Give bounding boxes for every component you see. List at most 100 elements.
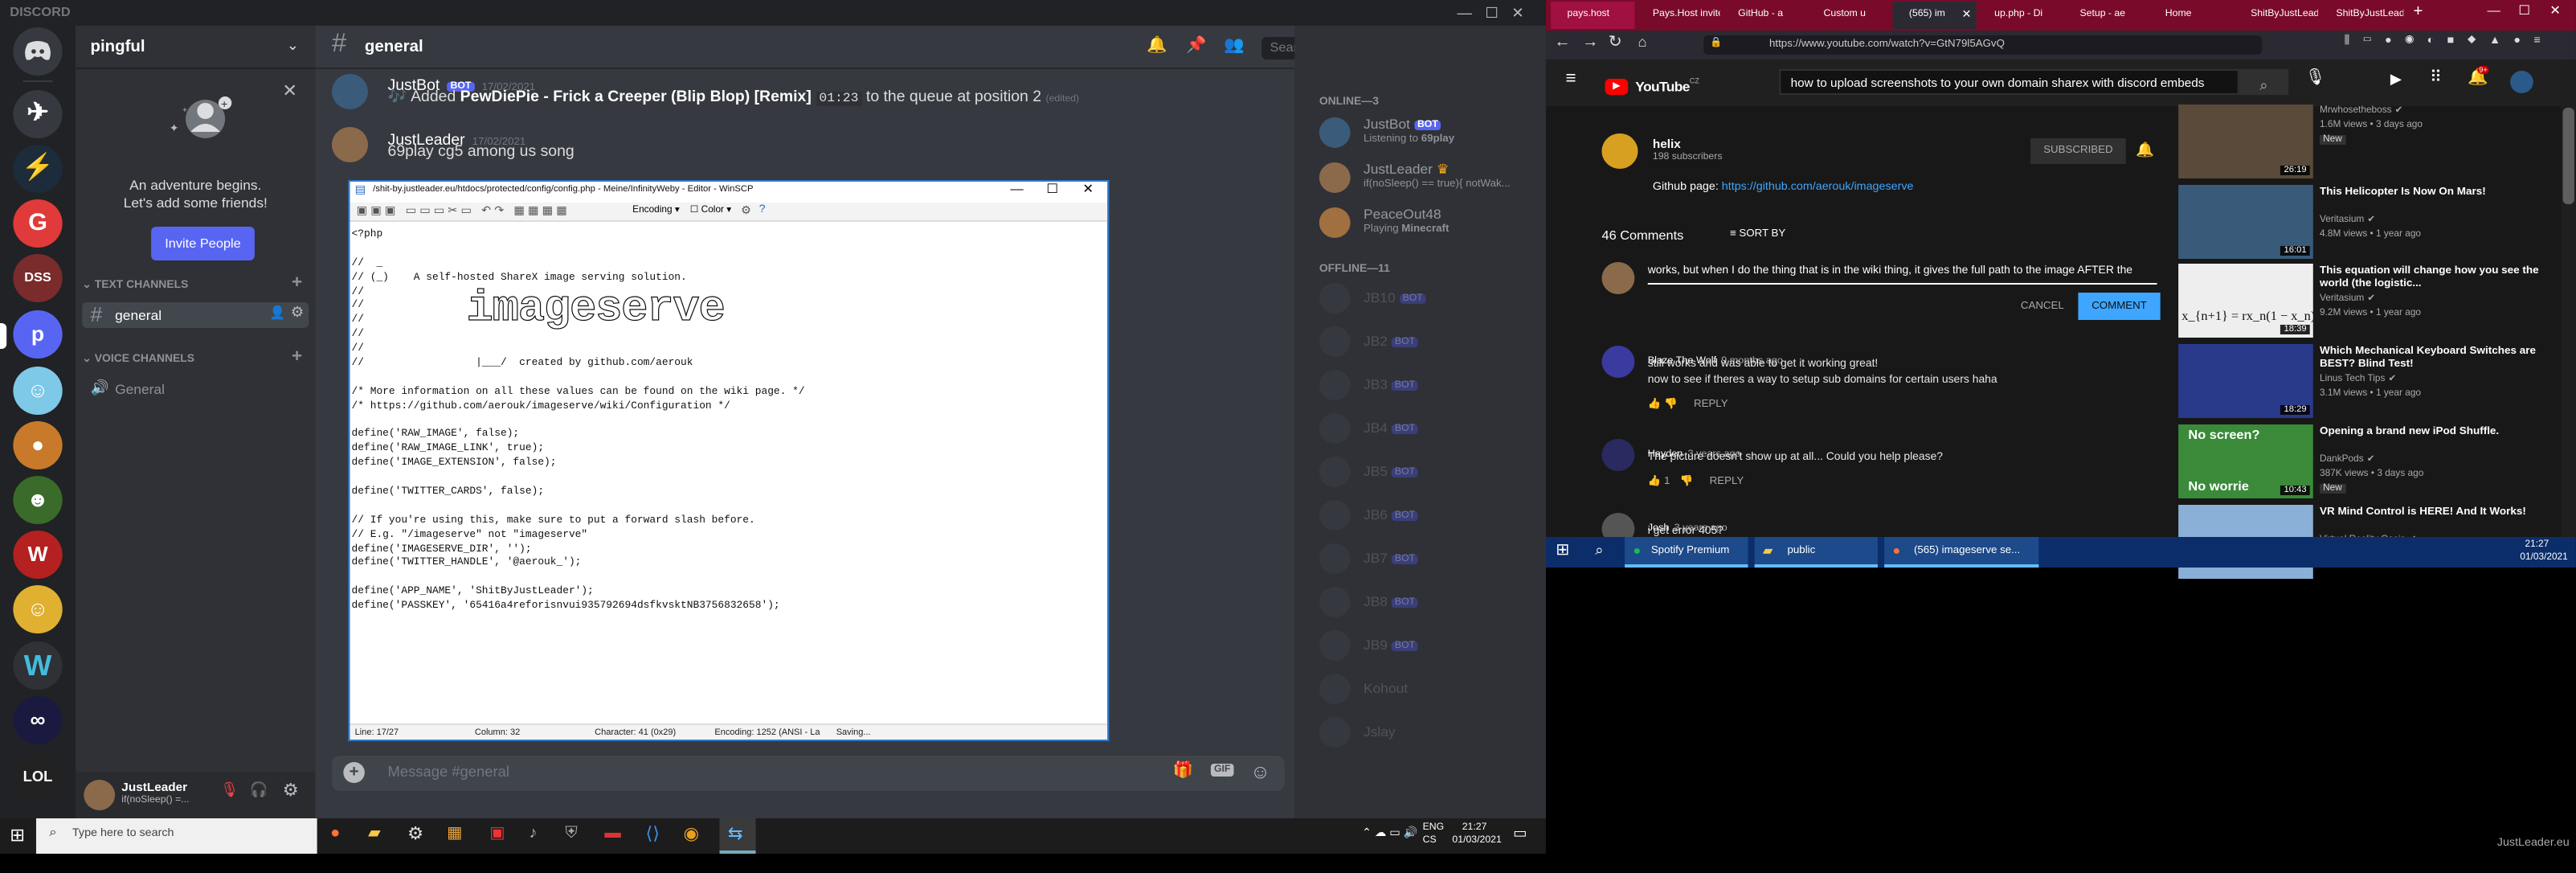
clock-time[interactable]: 21:27 (1462, 823, 1487, 833)
video-channel[interactable]: Linus Tech Tips ✔ (2320, 375, 2397, 384)
browser-tab[interactable]: pays.host (1551, 2, 1635, 29)
members-icon[interactable]: 👥 (1224, 37, 1244, 55)
minimize-icon[interactable]: — (1010, 182, 1023, 196)
bell-icon[interactable]: 🔔 (1147, 37, 1167, 55)
video-title[interactable]: This equation will change how you see th… (2320, 266, 2549, 292)
offline-member[interactable]: JB2 BOT (1364, 333, 1419, 349)
server-header[interactable]: pingful ⌄ (76, 26, 316, 69)
minimize-icon[interactable]: — (2488, 3, 2500, 18)
channel-avatar[interactable] (1601, 133, 1638, 169)
offline-member[interactable]: JB6 BOT (1364, 506, 1419, 523)
avatar[interactable] (1319, 117, 1351, 148)
offline-member[interactable]: JB3 BOT (1364, 376, 1419, 392)
app-icon[interactable]: ♪ (529, 825, 537, 842)
help-icon[interactable]: ? (759, 204, 766, 215)
close-tab-icon[interactable]: ✕ (1962, 2, 1972, 29)
offline-member[interactable]: JB10 BOT (1364, 289, 1426, 305)
avatar[interactable] (1319, 457, 1351, 487)
folder-icon[interactable]: ▰ (368, 825, 381, 842)
related-video[interactable]: 16:01 This Helicopter Is Now On Mars! Veri… (2178, 184, 2556, 259)
encoding-dropdown[interactable]: Encoding ▾ (632, 206, 680, 215)
add-channel-icon[interactable]: + (292, 347, 302, 367)
toolbar-extension-icons[interactable]: ⫼ ▭ ● ◉ ◐ ■ ◆ ▲ ● ≡ (2345, 35, 2545, 48)
thumbs-up-icon[interactable]: 👍 (1648, 476, 1664, 487)
avatar[interactable] (332, 127, 368, 162)
chrome-icon[interactable]: ◉ (684, 823, 700, 844)
settings-icon[interactable]: ⚙ (741, 204, 751, 217)
gear-icon[interactable]: ⚙ (291, 304, 305, 322)
channel-name[interactable]: helix (1653, 137, 1681, 151)
plus-icon[interactable]: + (343, 762, 365, 783)
avatar[interactable] (1319, 326, 1351, 357)
browser-tab[interactable]: ShitByJustLead (2234, 2, 2318, 29)
sort-by[interactable]: ≡ SORT BY (1730, 228, 1785, 240)
avatar[interactable] (1319, 162, 1351, 193)
back-icon[interactable]: ← (1554, 34, 1570, 51)
add-channel-icon[interactable]: + (292, 273, 302, 293)
minimize-icon[interactable]: — (1458, 5, 1472, 21)
app-icon[interactable]: ⛨ (565, 825, 577, 842)
video-channel[interactable]: DankPods ✔ (2320, 455, 2375, 465)
avatar[interactable] (1601, 439, 1635, 471)
offline-member[interactable]: Kohout (1364, 680, 1408, 696)
chevron-down-icon[interactable]: ⌄ (287, 37, 299, 55)
bell-icon[interactable]: 🔔 (2136, 141, 2154, 159)
avatar[interactable] (1319, 543, 1351, 574)
tray-icons[interactable]: ⌃ ☁ ▭ 🔊 (1362, 826, 1418, 839)
video-thumbnail[interactable]: x_{n+1} = rx_n(1 − x_n) 18:39 (2178, 264, 2315, 338)
offline-member[interactable]: JB5 BOT (1364, 463, 1419, 479)
related-video[interactable]: 26:19 Mrwhosetheboss ✔ 1.6M views • 3 days … (2178, 105, 2556, 178)
home-icon[interactable]: ⌂ (1638, 34, 1646, 50)
server-icon-10[interactable]: W (13, 641, 63, 690)
avatar[interactable] (332, 74, 368, 109)
clock-date[interactable]: 01/03/2021 (2520, 553, 2567, 563)
related-video[interactable]: x_{n+1} = rx_n(1 − x_n) 18:39 This equatio… (2178, 264, 2556, 338)
windows-start-icon[interactable]: ⊞ (10, 825, 25, 846)
reply-button[interactable]: REPLY (1694, 399, 1728, 410)
server-icon-p[interactable]: p (13, 310, 63, 359)
add-member-icon[interactable]: 👤 (269, 305, 285, 320)
server-icon-12[interactable]: LOL (13, 752, 63, 801)
thumbs-down-icon[interactable]: 👎 (1680, 476, 1694, 487)
taskbar-item-public[interactable]: ▰ public (1754, 537, 1878, 568)
taskbar-search[interactable]: ⌕ Type here to search (35, 818, 317, 854)
video-channel[interactable]: Mrwhosetheboss ✔ (2320, 106, 2403, 116)
avatar[interactable] (1601, 346, 1635, 378)
avatar[interactable] (84, 780, 116, 810)
avatar[interactable] (1319, 717, 1351, 748)
headphones-icon[interactable]: 🎧 (250, 781, 268, 799)
lang-eng[interactable]: ENG (1423, 823, 1445, 833)
message-composer[interactable]: + Message #general 🎁 GIF ☺ (332, 756, 1285, 791)
search-icon[interactable]: ⌕ (1595, 542, 1603, 559)
mic-icon[interactable]: 🎙 (2305, 69, 2326, 87)
video-thumbnail[interactable]: 18:29 (2178, 344, 2313, 419)
subscribed-button[interactable]: SUBSCRIBED (2030, 138, 2126, 164)
browser-tab[interactable]: Custom u (1807, 2, 1891, 29)
invite-people-button[interactable]: Invite People (151, 227, 255, 260)
notification-icon[interactable]: ▭ (1513, 825, 1527, 842)
maximize-icon[interactable]: ☐ (1485, 5, 1499, 21)
browser-tab[interactable]: Pays.Host invite (1636, 2, 1720, 29)
browser-tab[interactable]: ShitByJustLead (2319, 2, 2404, 29)
video-thumbnail[interactable]: 16:01 (2178, 184, 2313, 259)
avatar[interactable] (1319, 630, 1351, 661)
video-channel[interactable]: Veritasium ✔ (2320, 295, 2375, 305)
member-justbot[interactable]: JustBot BOT (1364, 116, 1441, 132)
offline-member[interactable]: JB8 BOT (1364, 593, 1419, 609)
video-thumbnail[interactable]: 26:19 (2178, 105, 2313, 178)
offline-member[interactable]: JB7 BOT (1364, 550, 1419, 566)
maximize-icon[interactable]: ☐ (2518, 3, 2530, 18)
related-video[interactable]: 18:29 Which Mechanical Keyboard Switches … (2178, 344, 2556, 419)
clock-date[interactable]: 01/03/2021 (1452, 836, 1501, 846)
window-controls[interactable]: — ☐ ✕ (1458, 0, 1539, 26)
create-video-icon[interactable]: ▶ (2390, 71, 2402, 88)
server-icon-8[interactable]: W (13, 531, 63, 579)
menu-icon[interactable]: ≡ (1566, 69, 1576, 88)
channel-general[interactable]: # general 👤 ⚙ (82, 302, 309, 328)
server-icon-2[interactable]: ⚡ (13, 145, 63, 193)
text-channels-header[interactable]: ⌄ TEXT CHANNELS + (82, 273, 309, 294)
app-icon[interactable]: ▦ (447, 825, 462, 842)
youtube-logo[interactable]: ▶ YouTubeCZ (1605, 72, 1699, 101)
comment-input[interactable]: works, but when I do the thing that is i… (1647, 265, 2157, 285)
video-title[interactable]: VR Mind Control is HERE! And It Works! (2320, 506, 2549, 518)
